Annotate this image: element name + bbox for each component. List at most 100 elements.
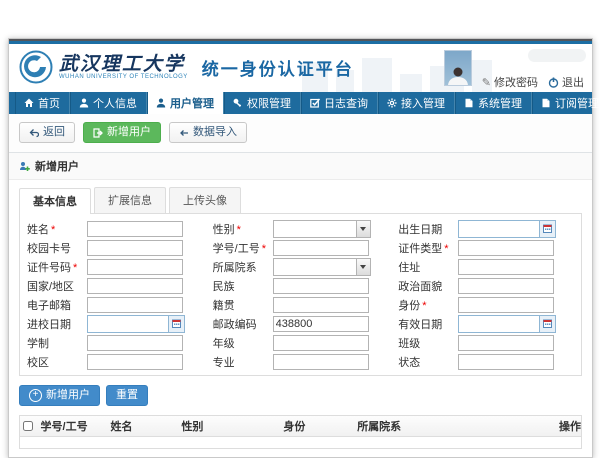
field-label: 状态 — [398, 357, 420, 369]
required-marker: * — [444, 243, 448, 255]
toolbar: 返回 新增用户 数据导入 — [9, 114, 592, 153]
status-input[interactable] — [458, 354, 554, 370]
ethnicity-input[interactable] — [273, 278, 369, 294]
field-label: 校园卡号 — [27, 243, 71, 255]
add-user-label: 新增用户 — [107, 126, 151, 139]
field-label: 身份 — [398, 300, 420, 312]
form-tabs: 基本信息 扩展信息 上传头像 — [9, 180, 592, 213]
valid-date-input[interactable] — [458, 315, 556, 333]
field-label: 班级 — [398, 338, 420, 350]
country-input[interactable] — [87, 278, 183, 294]
identity-input[interactable] — [458, 297, 554, 313]
field-label: 出生日期 — [398, 224, 442, 236]
id-type-input[interactable] — [458, 240, 554, 256]
nav-item-subscription-management[interactable]: 订阅管理 — [532, 92, 600, 114]
campus-input[interactable] — [87, 354, 183, 370]
user-bar: ✎ 修改密码 退出 — [444, 48, 584, 92]
select-all-checkbox[interactable] — [23, 421, 33, 431]
tab-extended-info[interactable]: 扩展信息 — [94, 187, 166, 213]
import-arrow-icon — [179, 128, 189, 138]
key-icon — [233, 98, 243, 108]
add-user-submit-button[interactable]: + 新增用户 — [19, 385, 100, 406]
nav-label: 权限管理 — [247, 95, 291, 111]
form-field-address: 住址 — [393, 259, 579, 275]
nav-label: 接入管理 — [401, 95, 445, 111]
field-label: 学号/工号 — [213, 243, 260, 255]
name-input[interactable] — [87, 221, 183, 237]
nav-item-log-query[interactable]: 日志查询 — [301, 92, 378, 114]
header: 武汉理工大学 WUHAN UNIVERSITY OF TECHNOLOGY 统一… — [9, 44, 592, 92]
nav-item-home[interactable]: 首页 — [15, 92, 70, 114]
form-field-country: 国家/地区 — [22, 278, 208, 294]
section-title: 新增用户 — [35, 158, 79, 174]
department-select[interactable] — [273, 258, 371, 276]
calendar-icon — [539, 221, 555, 237]
brand-logo: 武汉理工大学 WUHAN UNIVERSITY OF TECHNOLOGY 统一… — [19, 50, 354, 84]
form-field-postal-code: 邮政编码 — [208, 316, 394, 332]
table-header-row: 学号/工号 姓名 性别 身份 所属院系 操作 — [20, 416, 581, 437]
nav-label: 日志查询 — [324, 95, 368, 111]
empty-table-row — [20, 437, 581, 448]
file-icon — [541, 98, 551, 108]
political-status-input[interactable] — [458, 278, 554, 294]
form-field-ethnicity: 民族 — [208, 278, 394, 294]
field-label: 住址 — [398, 262, 420, 274]
field-label: 所属院系 — [213, 262, 257, 274]
logout-button[interactable]: 退出 — [548, 74, 584, 90]
grade-input[interactable] — [273, 335, 369, 351]
native-place-input[interactable] — [273, 297, 369, 313]
nav-item-personal-info[interactable]: 个人信息 — [70, 92, 147, 114]
field-label: 性别 — [213, 224, 235, 236]
field-label: 电子邮箱 — [27, 300, 71, 312]
campus-card-input[interactable] — [87, 240, 183, 256]
form-field-major: 专业 — [208, 354, 394, 370]
field-label: 年级 — [213, 338, 235, 350]
form-field-entry-date: 进校日期 — [22, 315, 208, 333]
form-field-grade: 年级 — [208, 335, 394, 351]
back-button[interactable]: 返回 — [19, 122, 75, 143]
add-user-submit-label: 新增用户 — [46, 389, 90, 402]
field-label: 学制 — [27, 338, 49, 350]
nav-label: 系统管理 — [478, 95, 522, 111]
university-name-cn: 武汉理工大学 — [59, 54, 188, 74]
email-input[interactable] — [87, 297, 183, 313]
birth-date-input[interactable] — [458, 220, 556, 238]
user-icon — [79, 98, 89, 108]
col-actions: 操作 — [554, 418, 581, 434]
reset-button[interactable]: 重置 — [106, 385, 148, 406]
major-input[interactable] — [273, 354, 369, 370]
nav-label: 个人信息 — [93, 95, 137, 111]
add-user-toolbar-button[interactable]: 新增用户 — [83, 122, 161, 143]
field-label: 专业 — [213, 357, 235, 369]
nav-item-permission-management[interactable]: 权限管理 — [224, 92, 301, 114]
student-id-input[interactable] — [273, 240, 369, 256]
pencil-icon: ✎ — [482, 76, 491, 89]
calendar-icon — [539, 316, 555, 332]
class-input[interactable] — [458, 335, 554, 351]
col-department: 所属院系 — [352, 418, 554, 434]
entry-date-input[interactable] — [87, 315, 185, 333]
field-label: 邮政编码 — [213, 319, 257, 331]
id-number-input[interactable] — [87, 259, 183, 275]
nav-item-system-management[interactable]: 系统管理 — [455, 92, 532, 114]
postal-code-input[interactable] — [273, 316, 369, 332]
avatar — [444, 50, 472, 86]
education-length-input[interactable] — [87, 335, 183, 351]
gender-select[interactable] — [273, 220, 371, 238]
change-password-label: 修改密码 — [494, 74, 538, 90]
form-field-birth-date: 出生日期 — [393, 220, 579, 238]
field-label: 校区 — [27, 357, 49, 369]
col-student-id: 学号/工号 — [36, 418, 106, 434]
tab-basic-info[interactable]: 基本信息 — [19, 188, 91, 214]
field-label: 进校日期 — [27, 319, 71, 331]
data-import-button[interactable]: 数据导入 — [169, 122, 247, 143]
address-input[interactable] — [458, 259, 554, 275]
form-field-native-place: 籍贯 — [208, 297, 394, 313]
nav-label: 首页 — [38, 95, 60, 111]
field-label: 国家/地区 — [27, 281, 74, 293]
nav-item-access-management[interactable]: 接入管理 — [378, 92, 455, 114]
change-password-button[interactable]: ✎ 修改密码 — [482, 74, 538, 90]
nav-item-user-management[interactable]: 用户管理 — [147, 92, 224, 114]
log-check-icon — [310, 98, 320, 108]
tab-upload-avatar[interactable]: 上传头像 — [169, 187, 241, 213]
